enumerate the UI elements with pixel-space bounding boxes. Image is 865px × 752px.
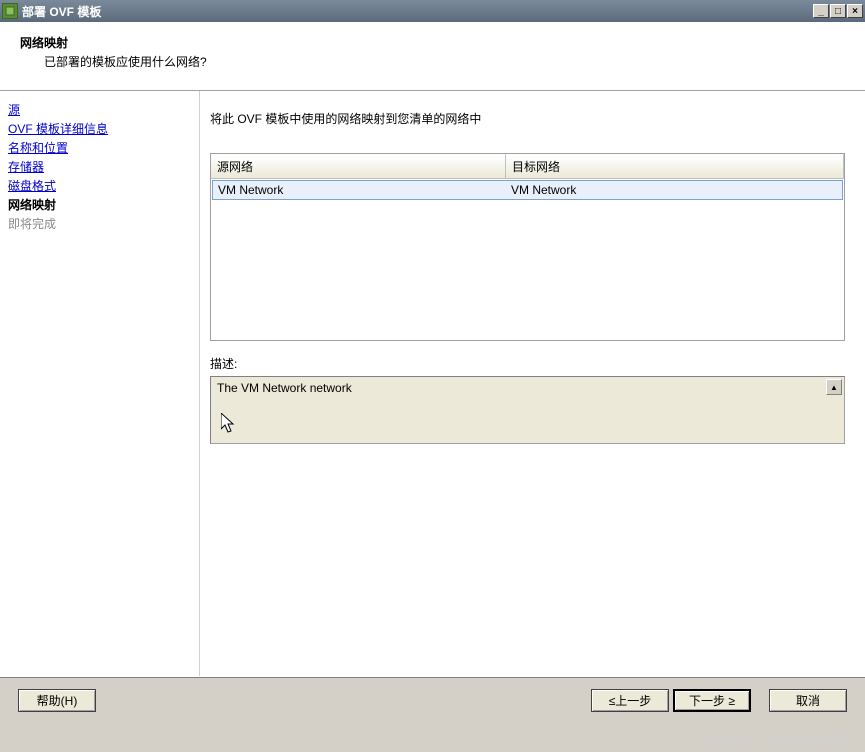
window-controls: _ □ × — [813, 4, 863, 18]
sidebar-item-name-location[interactable]: 名称和位置 — [8, 139, 191, 156]
watermark: CSDN @ 飞不起来的肥猫゛ — [696, 729, 857, 748]
page-subtitle: 已部署的模板应使用什么网络? — [44, 53, 845, 70]
window-title: 部署 OVF 模板 — [22, 3, 813, 20]
close-button[interactable]: × — [847, 4, 863, 18]
wizard-header: 网络映射 已部署的模板应使用什么网络? — [0, 22, 865, 91]
app-icon — [2, 3, 18, 19]
sidebar-item-storage[interactable]: 存储器 — [8, 158, 191, 175]
sidebar-item-network-mapping: 网络映射 — [8, 196, 191, 213]
sidebar-item-disk-format[interactable]: 磁盘格式 — [8, 177, 191, 194]
back-button[interactable]: ≤上一步 — [591, 689, 669, 712]
instruction-text: 将此 OVF 模板中使用的网络映射到您清单的网络中 — [210, 110, 845, 127]
wizard-body: 源 OVF 模板详细信息 名称和位置 存储器 磁盘格式 网络映射 即将完成 将此… — [0, 91, 865, 676]
table-row[interactable]: VM Network VM Network — [212, 180, 843, 200]
sidebar-item-ovf-details[interactable]: OVF 模板详细信息 — [8, 120, 191, 137]
minimize-button[interactable]: _ — [813, 4, 829, 18]
network-mapping-table: 源网络 目标网络 VM Network VM Network — [210, 153, 845, 341]
titlebar: 部署 OVF 模板 _ □ × — [0, 0, 865, 22]
table-header-row: 源网络 目标网络 — [211, 154, 844, 179]
cell-source-network: VM Network — [213, 181, 506, 199]
cell-target-network[interactable]: VM Network — [506, 181, 842, 199]
wizard-footer: 帮助(H) ≤上一步 下一步 ≥ 取消 — [0, 676, 865, 728]
sidebar-item-ready-complete: 即将完成 — [8, 215, 191, 232]
next-button[interactable]: 下一步 ≥ — [673, 689, 751, 712]
description-text: The VM Network network — [217, 381, 352, 395]
wizard-steps-sidebar: 源 OVF 模板详细信息 名称和位置 存储器 磁盘格式 网络映射 即将完成 — [0, 91, 200, 676]
maximize-button[interactable]: □ — [830, 4, 846, 18]
description-label: 描述: — [210, 355, 845, 372]
cancel-button[interactable]: 取消 — [769, 689, 847, 712]
main-panel: 将此 OVF 模板中使用的网络映射到您清单的网络中 源网络 目标网络 VM Ne… — [200, 91, 865, 676]
column-header-source[interactable]: 源网络 — [211, 154, 506, 178]
scroll-up-icon[interactable]: ▲ — [826, 379, 842, 395]
column-header-target[interactable]: 目标网络 — [506, 154, 844, 178]
help-button[interactable]: 帮助(H) — [18, 689, 96, 712]
page-title: 网络映射 — [20, 34, 845, 51]
sidebar-item-source[interactable]: 源 — [8, 101, 191, 118]
description-box: The VM Network network ▲ — [210, 376, 845, 444]
